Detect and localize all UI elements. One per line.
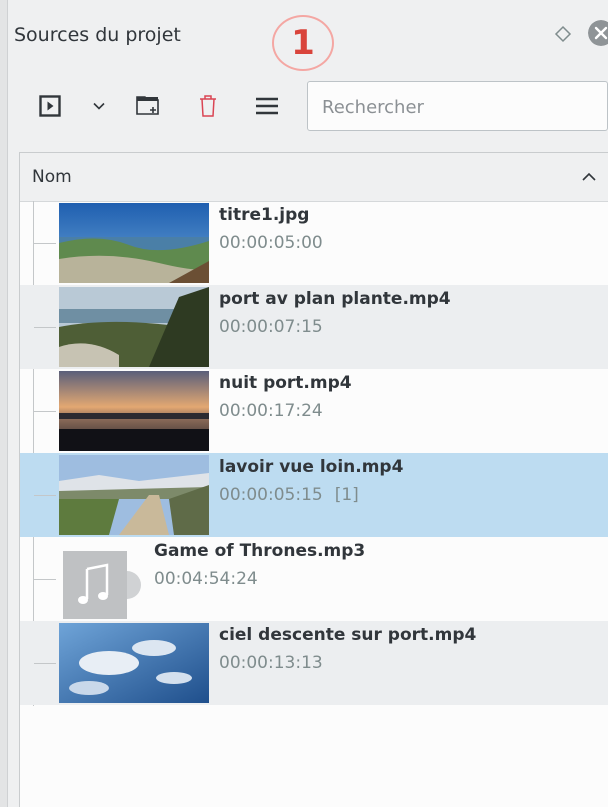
tree-branch <box>34 327 56 328</box>
list-item[interactable]: nuit port.mp4 00:00:17:24 <box>20 369 608 453</box>
tree-branch <box>34 243 56 244</box>
clip-name: titre1.jpg <box>219 205 310 225</box>
music-note-icon <box>63 551 141 619</box>
list-item[interactable]: lavoir vue loin.mp4 00:00:05:15 [1] <box>20 453 608 537</box>
panel-title: Sources du projet <box>14 24 181 46</box>
tree-branch <box>34 495 56 496</box>
clip-duration: 00:04:54:24 <box>154 569 258 589</box>
clip-duration: 00:00:17:24 <box>219 401 323 421</box>
clip-name: nuit port.mp4 <box>219 373 352 393</box>
list-item[interactable]: Game of Thrones.mp3 00:04:54:24 <box>20 537 608 621</box>
search-input[interactable] <box>320 82 594 132</box>
clip-duration: 00:00:07:15 <box>219 317 323 337</box>
list-item[interactable]: titre1.jpg 00:00:05:00 <box>20 201 608 285</box>
clip-duration-value: 00:00:05:15 <box>219 485 323 505</box>
list-item[interactable]: ciel descente sur port.mp4 00:00:13:13 <box>20 621 608 705</box>
list-item[interactable]: port av plan plante.mp4 00:00:07:15 <box>20 285 608 369</box>
column-header-label: Nom <box>32 167 72 187</box>
add-folder-button[interactable] <box>132 80 164 132</box>
clip-thumbnail <box>59 371 209 451</box>
tree-branch <box>34 579 56 580</box>
column-header-name[interactable]: Nom <box>20 153 608 202</box>
clip-name: port av plan plante.mp4 <box>219 289 451 309</box>
clip-name: ciel descente sur port.mp4 <box>219 625 477 645</box>
clip-thumbnail <box>59 203 209 283</box>
menu-button[interactable] <box>252 80 282 132</box>
callout-badge: 1 <box>272 15 334 71</box>
sort-ascending-icon <box>582 172 596 181</box>
menu-icon <box>256 97 278 115</box>
tree-branch <box>34 411 56 412</box>
clip-usage-count: [1] <box>334 485 359 505</box>
project-bin-panel: Sources du projet 1 Rechercher Nom titre… <box>8 0 608 807</box>
clip-duration: 00:00:13:13 <box>219 653 323 673</box>
add-clip-button[interactable] <box>34 80 66 132</box>
play-clip-icon <box>39 95 61 117</box>
clip-thumbnail <box>59 455 209 535</box>
trash-icon <box>200 95 216 117</box>
clip-name: Game of Thrones.mp3 <box>154 541 366 561</box>
tree-branch <box>34 663 56 664</box>
dock-frame <box>0 0 8 807</box>
clip-duration: 00:00:05:15 [1] <box>219 485 359 505</box>
clip-list: Nom titre1.jpg 00:00:05:00 port av plan … <box>19 152 608 807</box>
chevron-down-icon <box>93 102 105 110</box>
search-field[interactable] <box>307 81 608 132</box>
delete-clip-button[interactable] <box>194 80 222 132</box>
clip-duration: 00:00:05:00 <box>219 233 323 253</box>
add-clip-menu-button[interactable] <box>88 80 110 132</box>
panel-titlebar: Sources du projet 1 <box>8 0 608 71</box>
clip-name: lavoir vue loin.mp4 <box>219 457 404 477</box>
close-icon[interactable] <box>588 20 608 46</box>
clip-thumbnail <box>59 623 209 703</box>
float-icon[interactable] <box>553 24 573 44</box>
add-folder-icon <box>136 96 159 115</box>
clip-thumbnail <box>59 287 209 367</box>
